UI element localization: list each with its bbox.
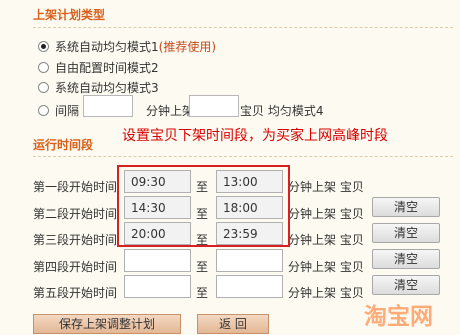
save-plan-button[interactable]: 保存上架调整计划 (33, 314, 181, 334)
row4-tail-label: 分钟上架 宝贝 (288, 260, 364, 274)
item-count-input[interactable] (189, 95, 239, 117)
section-divider (33, 156, 453, 157)
row4-end-input[interactable] (216, 249, 283, 272)
row5-clear-button[interactable]: 清空 (372, 275, 440, 295)
radio-label: 自由配置时间模式2 (55, 60, 159, 75)
row4-label: 第四段开始时间 (33, 260, 118, 274)
radio-label: 系统自动均匀模式3 (55, 80, 159, 95)
row3-tail-label: 分钟上架 宝贝 (288, 233, 364, 247)
radio-button[interactable] (38, 81, 49, 93)
recommended-note: (推荐使用) (158, 39, 217, 54)
radio-button[interactable] (38, 104, 49, 116)
row5-tail-label: 分钟上架 宝贝 (288, 286, 364, 300)
row2-label: 第二段开始时间 (33, 207, 118, 221)
interval-minutes-input[interactable] (83, 95, 133, 117)
row5-label: 第五段开始时间 (33, 286, 118, 300)
row4-start-input[interactable] (124, 249, 191, 272)
row2-tail-label: 分钟上架 宝贝 (288, 207, 364, 221)
schedule-title: 运行时间段 (33, 138, 94, 152)
row3-end-input[interactable] (216, 222, 283, 245)
interval-minutes-label: 分钟上架 (146, 104, 195, 118)
radio-button[interactable] (38, 61, 49, 73)
row5-end-input[interactable] (216, 275, 283, 298)
radio-label: 间隔 (55, 103, 80, 118)
row3-to-label: 至 (196, 233, 209, 247)
back-button[interactable]: 返 回 (197, 314, 269, 334)
radio-option-mode3[interactable]: 系统自动均匀模式3 (38, 79, 159, 95)
radio-label: 系统自动均匀模式1(推荐使用) (55, 39, 217, 54)
row3-clear-button[interactable]: 清空 (372, 223, 440, 243)
taobao-watermark-logo: 淘宝网 (364, 303, 433, 330)
row2-to-label: 至 (196, 207, 209, 221)
section-divider (33, 27, 453, 28)
row1-tail-label: 分钟上架 宝贝 (288, 180, 364, 194)
row1-label: 第一段开始时间 (33, 180, 118, 194)
plan-type-title: 上架计划类型 (33, 8, 106, 22)
radio-option-mode1[interactable]: 系统自动均匀模式1(推荐使用) (38, 38, 216, 54)
row4-to-label: 至 (196, 260, 209, 274)
row1-to-label: 至 (196, 180, 209, 194)
row2-end-input[interactable] (216, 196, 283, 219)
row1-end-input[interactable] (216, 170, 283, 193)
row2-start-input[interactable] (124, 196, 191, 219)
row4-clear-button[interactable]: 清空 (372, 249, 440, 269)
row2-clear-button[interactable]: 清空 (372, 197, 440, 217)
row5-start-input[interactable] (124, 275, 191, 298)
radio-button[interactable] (38, 40, 49, 52)
radio-option-mode2[interactable]: 自由配置时间模式2 (38, 59, 159, 75)
radio-option-mode4[interactable]: 间隔 (38, 102, 79, 118)
mode4-suffix-label: 宝贝 均匀模式4 (240, 104, 324, 118)
row3-start-input[interactable] (124, 222, 191, 245)
row5-to-label: 至 (196, 286, 209, 300)
row3-label: 第三段开始时间 (33, 233, 118, 247)
watermark-text: 淘宝网 (364, 303, 433, 330)
highlight-annotation: 设置宝贝下架时间段，为买家上网高峰时段 (122, 128, 388, 144)
row1-start-input[interactable] (124, 170, 191, 193)
